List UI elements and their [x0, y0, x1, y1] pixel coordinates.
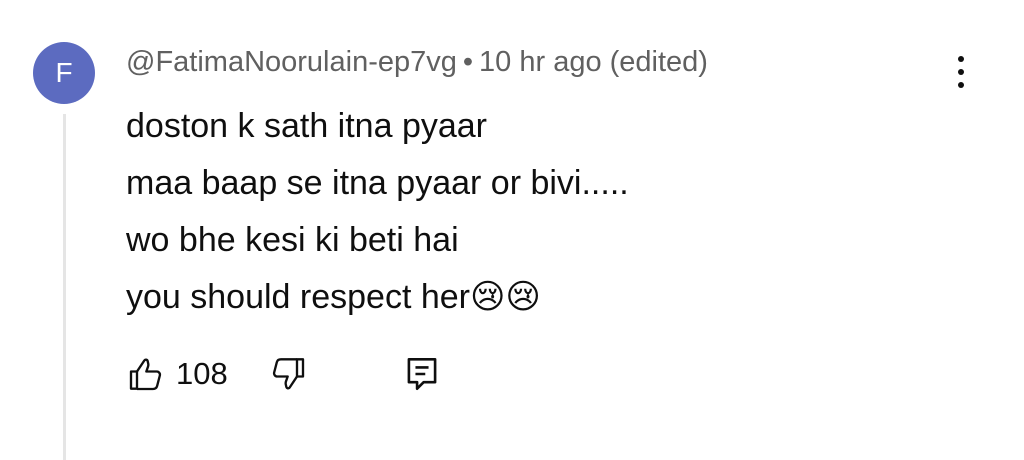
comment-line: doston k sath itna pyaar	[126, 107, 488, 145]
comment-actions: 108	[126, 350, 440, 398]
comment-thread: F @FatimaNoorulain-ep7vg • 10 hr ago (edit…	[0, 0, 1024, 460]
comment-timestamp[interactable]: 10 hr ago (edited)	[479, 46, 708, 78]
more-dot	[958, 56, 964, 62]
reply-button[interactable]	[404, 354, 440, 394]
comment-body: doston k sath itna pyaar maa baap se itn…	[126, 98, 629, 326]
reply-comment-icon	[404, 354, 440, 394]
like-count: 108	[176, 356, 228, 391]
avatar[interactable]: F	[33, 42, 95, 104]
author-name[interactable]: @FatimaNoorulain-ep7vg	[126, 46, 457, 78]
comment-header: @FatimaNoorulain-ep7vg • 10 hr ago (edited…	[126, 44, 708, 80]
more-dot	[958, 82, 964, 88]
dislike-button[interactable]	[268, 354, 308, 394]
thumb-down-icon	[268, 354, 308, 394]
comment-line: wo bhe kesi ki beti hai	[126, 221, 459, 259]
thumb-up-icon	[126, 354, 166, 394]
comment-line: you should respect her😢😢	[126, 278, 541, 316]
avatar-letter: F	[55, 57, 73, 88]
thread-line	[63, 114, 66, 460]
more-dot	[958, 69, 964, 75]
comment-line: maa baap se itna pyaar or bivi.....	[126, 164, 629, 202]
like-button[interactable]	[126, 354, 166, 394]
header-separator: •	[462, 46, 474, 78]
more-vertical-icon[interactable]	[946, 52, 976, 92]
